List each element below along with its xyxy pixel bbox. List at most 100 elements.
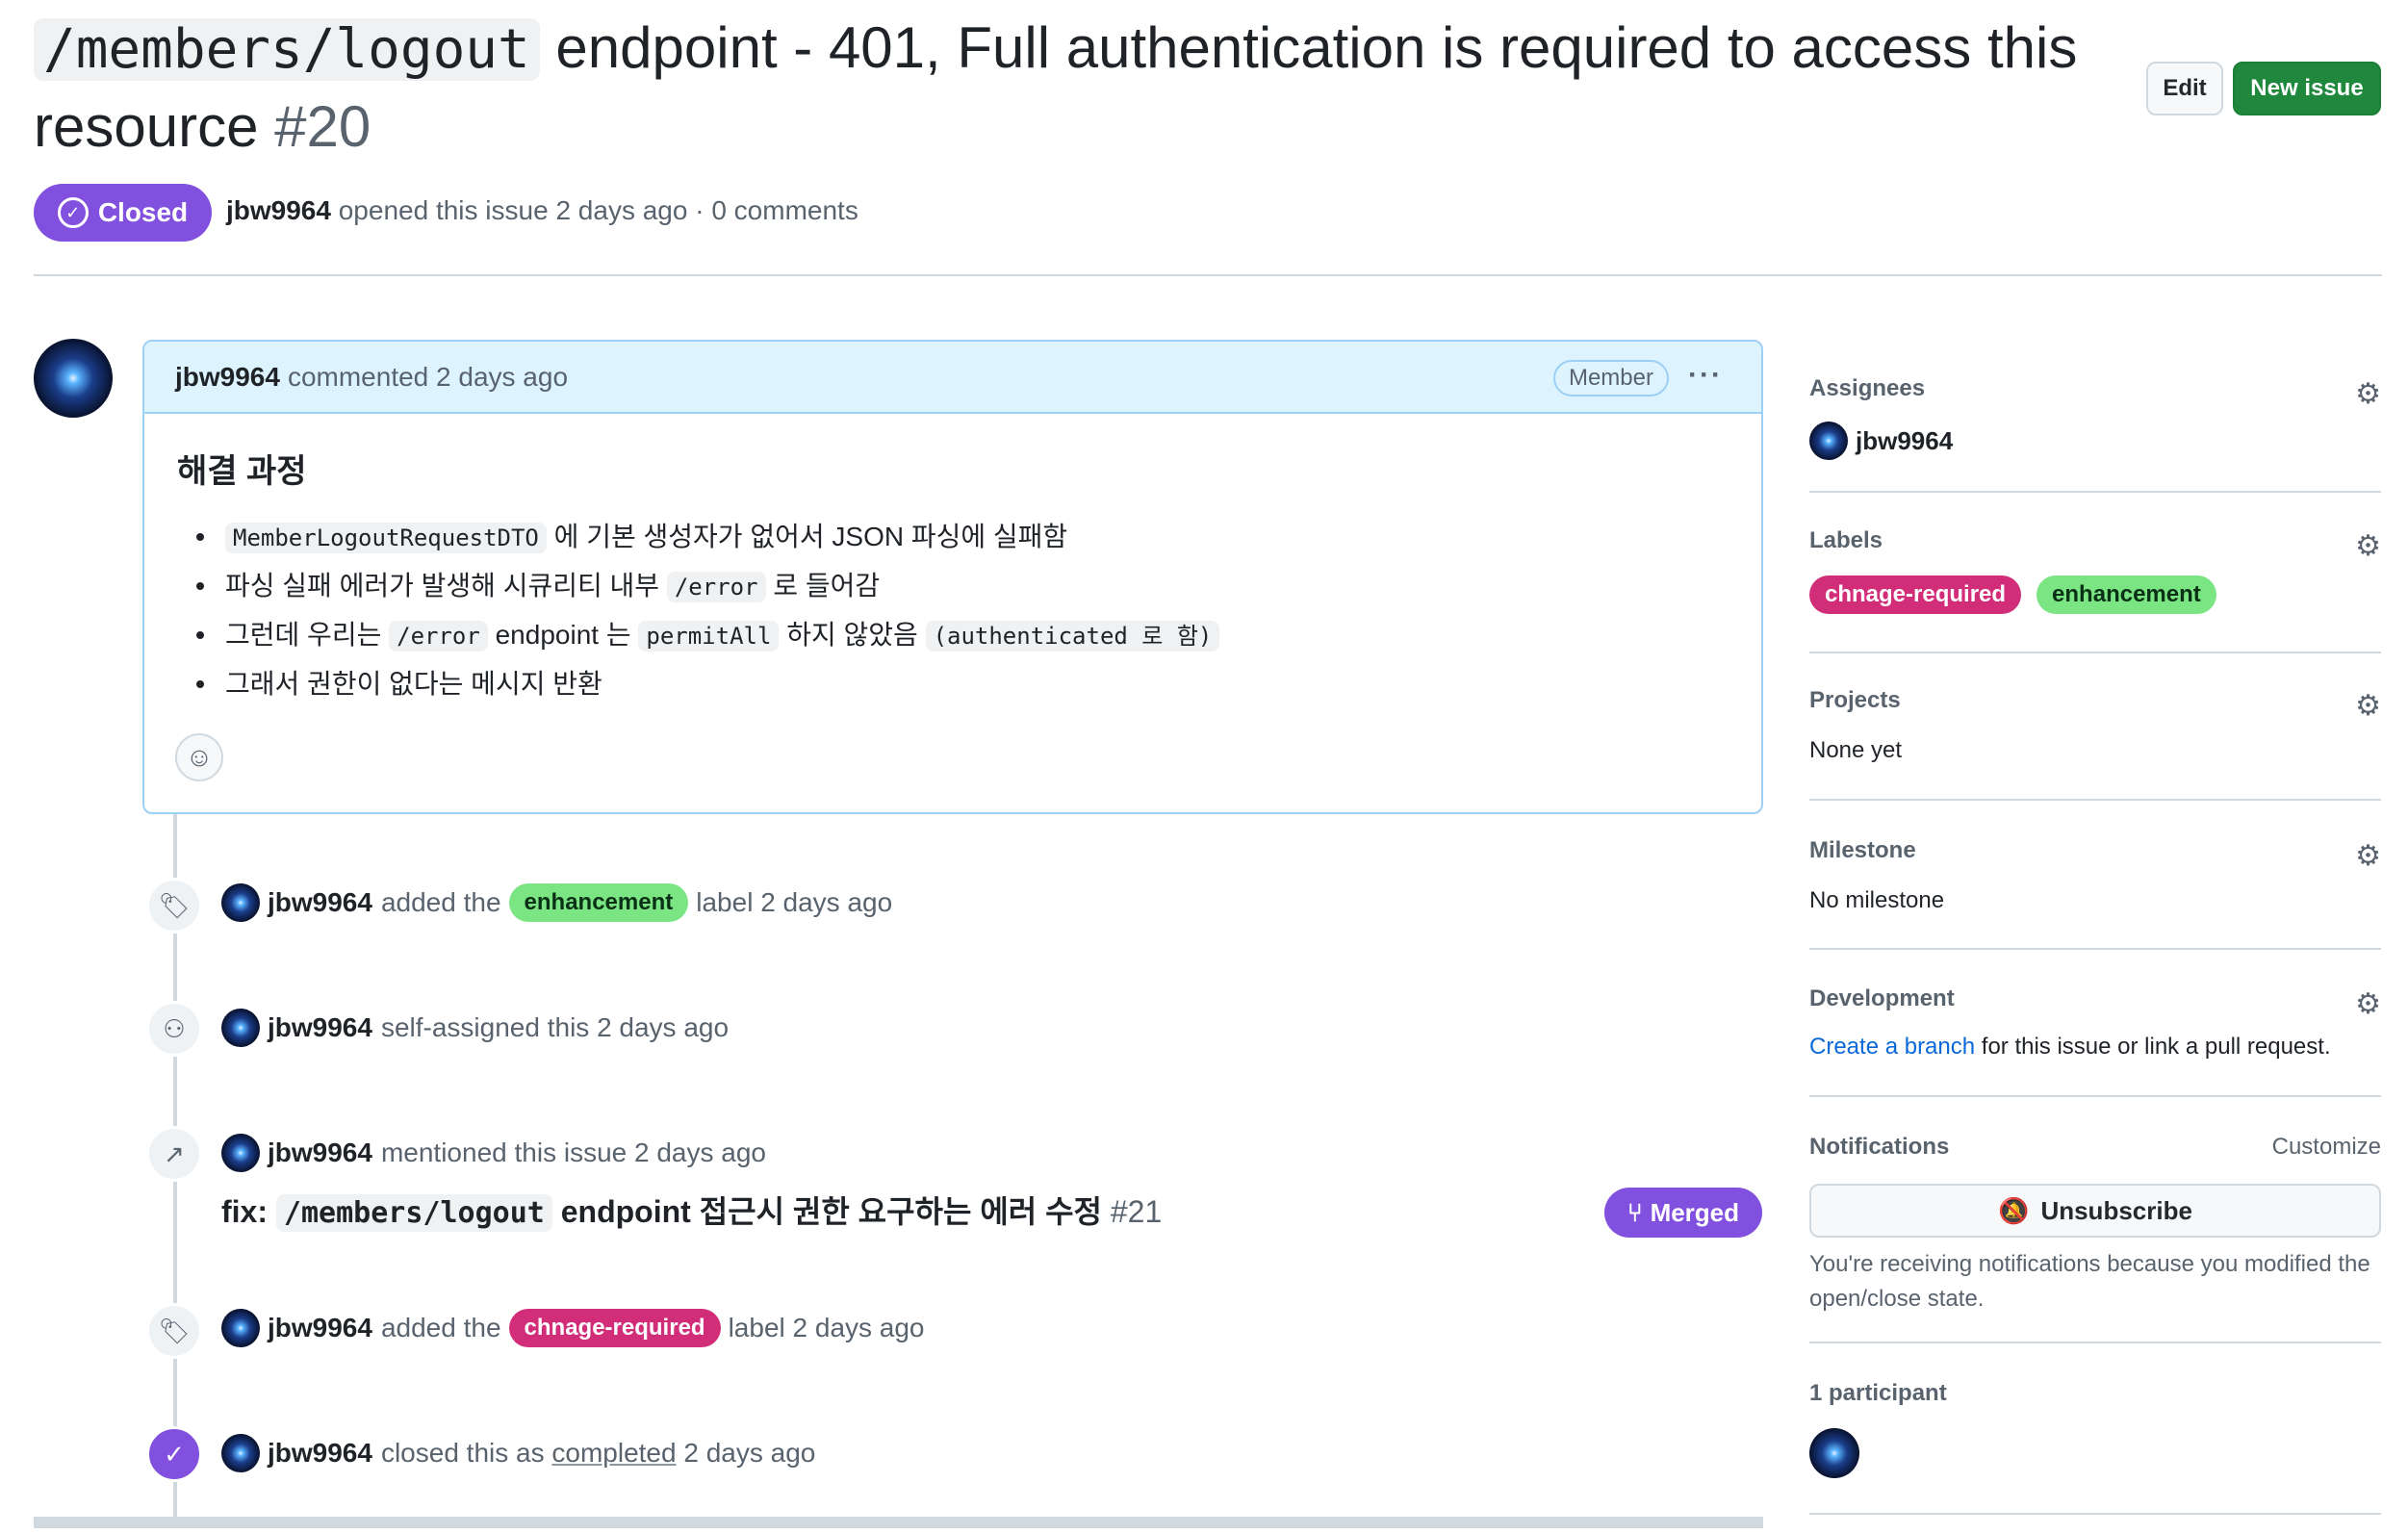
section-title[interactable]: Labels	[1809, 527, 2381, 554]
gear-icon[interactable]: ⚙	[2355, 377, 2381, 411]
tag-icon: 🏷	[146, 878, 202, 933]
participant-avatar[interactable]	[1809, 1428, 1859, 1478]
label-enhancement[interactable]: enhancement	[2037, 575, 2216, 614]
comment-composer-edge	[34, 1517, 1763, 1528]
gear-icon[interactable]: ⚙	[2355, 689, 2381, 723]
notifications-note: You're receiving notifications because y…	[1809, 1251, 2370, 1312]
section-title[interactable]: Projects	[1809, 687, 2381, 714]
comment-author-link[interactable]: jbw9964	[175, 362, 280, 393]
issue-meta: jbw9964 opened this issue 2 days ago · 0…	[226, 195, 858, 226]
pr-code: /members/logout	[275, 1194, 552, 1232]
sidebar-divider	[1809, 1095, 2381, 1097]
pr-prefix: fix:	[221, 1194, 276, 1229]
timeline-event-labeled: jbw9964 added the chnage-required label …	[221, 1309, 925, 1347]
inline-code: /error	[389, 621, 488, 652]
avatar[interactable]	[221, 1134, 260, 1172]
unsubscribe-button[interactable]: 🔕 Unsubscribe	[1809, 1184, 2381, 1238]
edit-button[interactable]: Edit	[2146, 62, 2223, 115]
issue-author-link[interactable]: jbw9964	[226, 195, 331, 225]
event-text: label 2 days ago	[728, 1313, 925, 1342]
timeline-event-mentioned: jbw9964 mentioned this issue 2 days ago	[221, 1134, 766, 1172]
label-enhancement[interactable]: enhancement	[508, 883, 689, 922]
assignee-name: jbw9964	[1856, 425, 1954, 455]
section-title[interactable]: Milestone	[1809, 837, 2381, 864]
gear-icon[interactable]: ⚙	[2355, 839, 2381, 873]
person-icon: ⚇	[146, 1001, 202, 1057]
bullet-text: 하지 않았음	[779, 620, 926, 650]
comment-time[interactable]: commented 2 days ago	[288, 362, 568, 393]
bullet-text: 로 들어감	[765, 571, 881, 601]
bullet-item: 파싱 실패 에러가 발생해 시큐리티 내부 /error 로 들어감	[177, 562, 1729, 611]
sidebar-labels: Labels ⚙ chnage-required enhancement	[1809, 527, 2381, 614]
completed-link[interactable]: completed	[551, 1438, 676, 1469]
kebab-icon[interactable]: ···	[1688, 359, 1723, 392]
development-text: for this issue or link a pull request.	[1975, 1034, 2331, 1060]
create-branch-link[interactable]: Create a branch	[1809, 1034, 1975, 1060]
avatar[interactable]	[221, 1009, 260, 1047]
comment-heading: 해결 과정	[177, 453, 307, 490]
state-badge-closed: ✓ Closed	[34, 184, 212, 242]
sidebar-divider	[1809, 799, 2381, 801]
sidebar-development: Development ⚙ Create a branch for this i…	[1809, 985, 2381, 1061]
cross-reference-icon: ↗	[146, 1126, 202, 1182]
avatar[interactable]	[221, 1434, 260, 1472]
bullet-item: MemberLogoutRequestDTO 에 기본 생성자가 없어서 JSO…	[177, 513, 1729, 562]
event-author-link[interactable]: jbw9964	[268, 1313, 372, 1343]
customize-link[interactable]: Customize	[2272, 1134, 2381, 1161]
comment-author-avatar[interactable]	[34, 339, 113, 418]
smiley-icon[interactable]: ☺	[175, 733, 223, 781]
bullet-text: 에 기본 생성자가 없어서 JSON 파싱에 실패함	[546, 522, 1068, 551]
label-chnage-required[interactable]: chnage-required	[508, 1309, 721, 1347]
event-text: mentioned this issue 2 days ago	[380, 1138, 766, 1167]
section-title: 1 participant	[1809, 1380, 1947, 1406]
comment-bullet-list: MemberLogoutRequestDTO 에 기본 생성자가 없어서 JSO…	[177, 513, 1729, 707]
gear-icon[interactable]: ⚙	[2355, 529, 2381, 563]
header-divider	[34, 274, 2382, 276]
event-author-link[interactable]: jbw9964	[268, 1438, 372, 1469]
avatar[interactable]	[221, 883, 260, 922]
milestone-value: No milestone	[1809, 887, 1945, 913]
label-list: chnage-required enhancement	[1809, 575, 2381, 614]
sidebar-divider	[1809, 491, 2381, 493]
merged-label: Merged	[1650, 1197, 1740, 1227]
label-chnage-required[interactable]: chnage-required	[1809, 575, 2022, 614]
sidebar-projects: Projects ⚙ None yet	[1809, 687, 2381, 764]
section-title[interactable]: Assignees	[1809, 375, 2381, 402]
pr-number: #21	[1110, 1194, 1163, 1229]
unsubscribe-label: Unsubscribe	[2040, 1195, 2192, 1225]
git-merge-icon: ⑂	[1627, 1197, 1643, 1227]
bullet-text: 그런데 우리는	[225, 620, 390, 650]
timeline-event-labeled: jbw9964 added the enhancement label 2 da…	[221, 883, 892, 922]
gear-icon[interactable]: ⚙	[2355, 987, 2381, 1021]
avatar	[1809, 422, 1848, 460]
new-issue-button[interactable]: New issue	[2233, 62, 2381, 115]
state-label: Closed	[97, 197, 189, 227]
sidebar-divider	[1809, 1342, 2381, 1343]
member-badge: Member	[1552, 360, 1669, 396]
linked-pr-title[interactable]: fix: /members/logout endpoint 접근시 권한 요구하…	[221, 1188, 1162, 1232]
sidebar-divider	[1809, 948, 2381, 950]
timeline-event-closed: jbw9964 closed this as completed 2 days …	[221, 1434, 815, 1472]
avatar[interactable]	[221, 1309, 260, 1347]
event-author-link[interactable]: jbw9964	[268, 1012, 372, 1043]
bullet-text: 그래서 권한이 없다는 메시지 반환	[225, 669, 602, 699]
sidebar-assignees: Assignees ⚙ jbw9964	[1809, 375, 2381, 460]
comment-body: 해결 과정 MemberLogoutRequestDTO 에 기본 생성자가 없…	[144, 414, 1761, 781]
sidebar-participants: 1 participant	[1809, 1380, 2381, 1483]
title-code: /members/logout	[34, 18, 540, 81]
sidebar-milestone: Milestone ⚙ No milestone	[1809, 837, 2381, 914]
sidebar-divider	[1809, 1513, 2381, 1515]
event-text: added the	[380, 1313, 501, 1342]
issue-number: #20	[274, 94, 371, 159]
check-circle-icon: ✓	[57, 197, 89, 228]
assignee-item[interactable]: jbw9964	[1809, 422, 2381, 460]
event-text: closed this as	[380, 1438, 545, 1468]
tag-icon: 🏷	[146, 1303, 202, 1359]
event-author-link[interactable]: jbw9964	[268, 1138, 372, 1168]
section-title[interactable]: Development	[1809, 985, 2381, 1012]
bullet-text: 파싱 실패 에러가 발생해 시큐리티 내부	[225, 571, 667, 601]
event-author-link[interactable]: jbw9964	[268, 887, 372, 918]
inline-code: /error	[666, 572, 766, 602]
merged-badge: ⑂ Merged	[1604, 1188, 1762, 1238]
event-text: added the	[380, 887, 501, 917]
